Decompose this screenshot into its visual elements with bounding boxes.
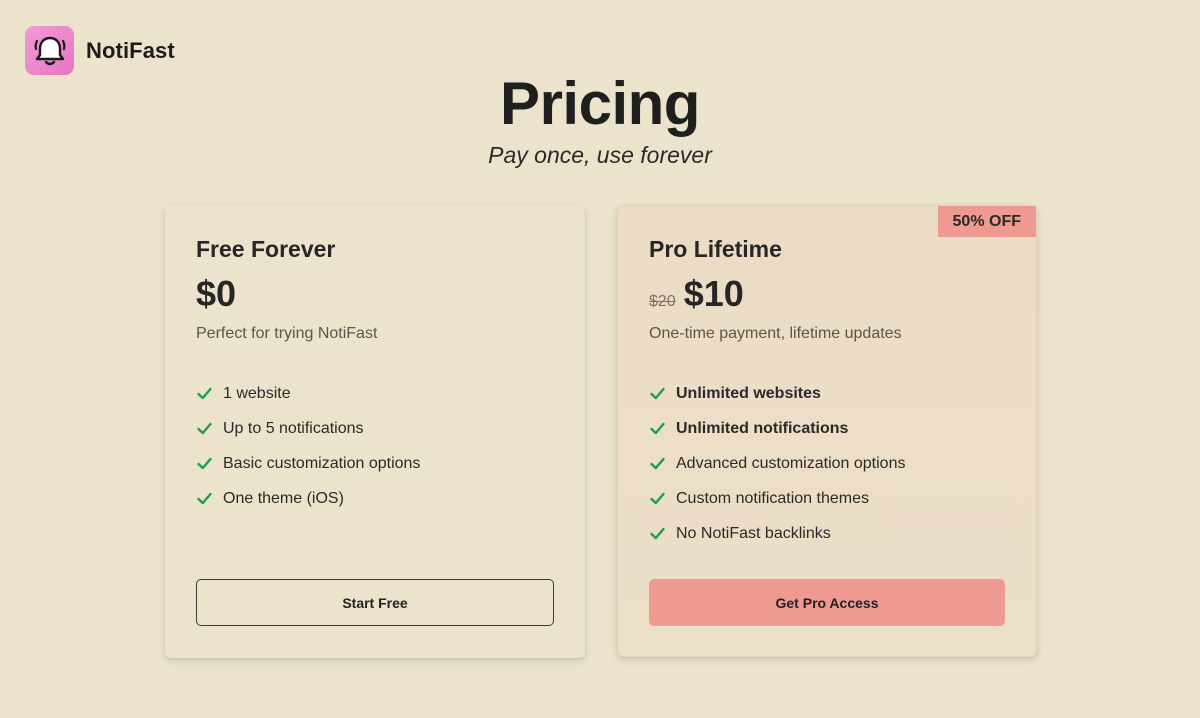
plan-description: Perfect for trying NotiFast bbox=[196, 325, 378, 342]
feature-text: Up to 5 notifications bbox=[223, 419, 364, 437]
price-row: $20 $10 bbox=[649, 273, 1005, 315]
feature-list: Unlimited websites Unlimited notificatio… bbox=[649, 376, 1005, 551]
feature-text: One theme (iOS) bbox=[223, 489, 344, 507]
feature-item: No NotiFast backlinks bbox=[649, 516, 1005, 551]
check-icon bbox=[197, 457, 212, 470]
feature-text: 1 website bbox=[223, 384, 291, 402]
get-pro-access-button[interactable]: Get Pro Access bbox=[649, 579, 1005, 626]
feature-item: Custom notification themes bbox=[649, 481, 1005, 516]
plan-description: One-time payment, lifetime updates bbox=[649, 325, 902, 342]
start-free-button[interactable]: Start Free bbox=[196, 579, 554, 626]
feature-text: No NotiFast backlinks bbox=[676, 524, 831, 542]
price-row: $0 bbox=[196, 273, 554, 315]
feature-text: Unlimited notifications bbox=[676, 419, 849, 437]
check-icon bbox=[650, 492, 665, 505]
feature-item: Up to 5 notifications bbox=[196, 411, 554, 446]
hero: Pricing Pay once, use forever bbox=[0, 70, 1200, 169]
feature-item: One theme (iOS) bbox=[196, 481, 554, 516]
check-icon bbox=[650, 527, 665, 540]
plan-name: Free Forever bbox=[196, 236, 336, 262]
feature-item: 1 website bbox=[196, 376, 554, 411]
plan-card-pro: 50% OFF Pro Lifetime $20 $10 One-time pa… bbox=[617, 205, 1037, 657]
check-icon bbox=[197, 492, 212, 505]
feature-item: Unlimited websites bbox=[649, 376, 1005, 411]
plan-card-free: Free Forever $0 Perfect for trying NotiF… bbox=[165, 206, 585, 658]
plan-price: $0 bbox=[196, 273, 237, 314]
bell-icon bbox=[25, 26, 74, 75]
page-title: Pricing bbox=[500, 70, 700, 137]
brand[interactable]: NotiFast bbox=[25, 26, 175, 75]
plan-name: Pro Lifetime bbox=[649, 236, 782, 262]
feature-text: Custom notification themes bbox=[676, 489, 869, 507]
check-icon bbox=[650, 387, 665, 400]
pricing-page: NotiFast Pricing Pay once, use forever F… bbox=[0, 0, 1200, 718]
check-icon bbox=[197, 387, 212, 400]
page-subtitle: Pay once, use forever bbox=[488, 142, 712, 168]
check-icon bbox=[650, 457, 665, 470]
discount-badge: 50% OFF bbox=[937, 206, 1036, 237]
brand-name: NotiFast bbox=[86, 37, 175, 63]
check-icon bbox=[197, 422, 212, 435]
feature-text: Unlimited websites bbox=[676, 384, 821, 402]
feature-text: Advanced customization options bbox=[676, 454, 906, 472]
old-price: $20 bbox=[649, 293, 676, 310]
check-icon bbox=[650, 422, 665, 435]
feature-text: Basic customization options bbox=[223, 454, 421, 472]
plan-price: $10 bbox=[683, 273, 744, 314]
feature-item: Advanced customization options bbox=[649, 446, 1005, 481]
feature-list: 1 website Up to 5 notifications Basic cu… bbox=[196, 376, 554, 516]
feature-item: Basic customization options bbox=[196, 446, 554, 481]
feature-item: Unlimited notifications bbox=[649, 411, 1005, 446]
